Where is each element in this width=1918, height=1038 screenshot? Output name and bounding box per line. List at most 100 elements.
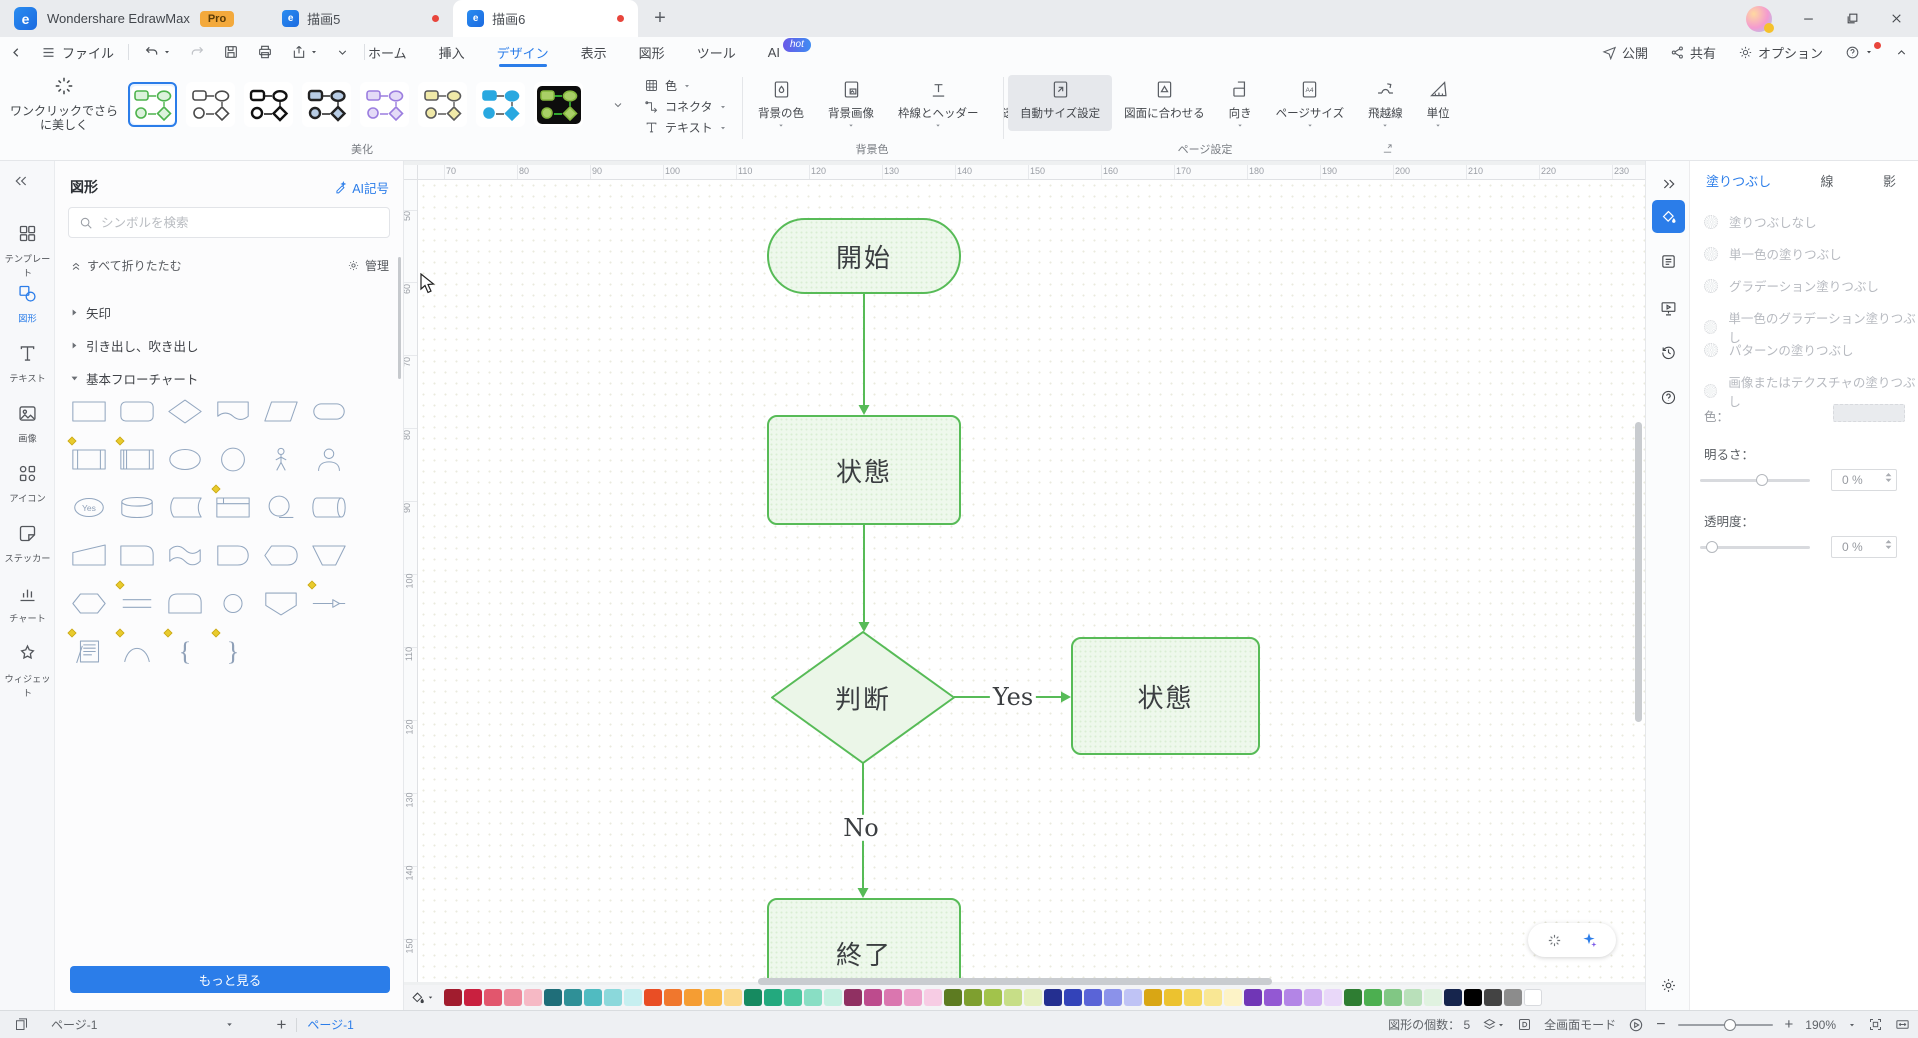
export-button[interactable] bbox=[282, 44, 327, 60]
manage-button[interactable]: 管理 bbox=[347, 257, 389, 274]
page-selector-caret[interactable] bbox=[225, 1020, 234, 1029]
color-swatch[interactable] bbox=[704, 989, 722, 1006]
color-swatch[interactable] bbox=[904, 989, 922, 1006]
undo-button[interactable] bbox=[135, 44, 180, 60]
shape-inv-trapezoid[interactable] bbox=[307, 533, 351, 577]
color-swatch[interactable] bbox=[464, 989, 482, 1006]
sidebar-item-テキスト[interactable]: テキスト bbox=[0, 343, 55, 385]
opacity-slider[interactable] bbox=[1700, 540, 1810, 554]
fill-panel-button[interactable] bbox=[1652, 200, 1685, 233]
color-swatch[interactable] bbox=[984, 989, 1002, 1006]
shape-manual-op[interactable] bbox=[67, 533, 111, 577]
color-swatch[interactable] bbox=[844, 989, 862, 1006]
help-button[interactable] bbox=[1845, 45, 1873, 60]
shape-rounded-one[interactable] bbox=[115, 533, 159, 577]
menu-デザイン[interactable]: デザイン bbox=[497, 37, 549, 67]
opacity-value[interactable]: 0 % bbox=[1831, 536, 1897, 558]
shape-diamond[interactable] bbox=[163, 389, 207, 433]
ribbon-expand-icon[interactable] bbox=[1382, 143, 1393, 154]
color-swatch[interactable] bbox=[684, 989, 702, 1006]
color-swatch[interactable] bbox=[744, 989, 762, 1006]
style-dropdown-コネクタ[interactable]: コネクタ bbox=[644, 98, 727, 115]
see-more-button[interactable]: もっと見る bbox=[70, 966, 390, 993]
menu-ホーム[interactable]: ホーム bbox=[368, 37, 407, 67]
layers-button[interactable] bbox=[1482, 1017, 1505, 1032]
color-swatch[interactable] bbox=[604, 989, 622, 1006]
format-tab-塗りつぶし[interactable]: 塗りつぶし bbox=[1700, 171, 1777, 190]
color-swatch[interactable] bbox=[884, 989, 902, 1006]
sidebar-item-ウィジェット[interactable]: ウィジェット bbox=[0, 643, 55, 700]
menu-ツール[interactable]: ツール bbox=[697, 37, 736, 67]
close-button[interactable] bbox=[1874, 0, 1918, 37]
symbol-search-box[interactable] bbox=[68, 207, 390, 238]
back-button[interactable] bbox=[0, 45, 33, 60]
button-背景の色[interactable]: 背景の色 bbox=[746, 75, 816, 131]
shape-header-rect[interactable] bbox=[211, 485, 255, 529]
button-背景画像[interactable]: 背景画像 bbox=[816, 75, 886, 131]
color-swatch[interactable] bbox=[804, 989, 822, 1006]
brightness-slider[interactable] bbox=[1700, 473, 1810, 487]
stepper-arrows[interactable] bbox=[1885, 472, 1892, 483]
shape-terminator[interactable] bbox=[307, 389, 351, 433]
add-page-button[interactable]: + bbox=[276, 1015, 286, 1035]
flowchart-node-state2[interactable]: 状態 bbox=[1071, 637, 1260, 755]
style-dropdown-テキスト[interactable]: テキスト bbox=[644, 119, 727, 136]
page-tab-active[interactable]: ページ-1 bbox=[307, 1016, 353, 1033]
color-swatch[interactable] bbox=[1304, 989, 1322, 1006]
shape-rounded[interactable] bbox=[115, 389, 159, 433]
beautify-float-icon[interactable] bbox=[1546, 932, 1563, 949]
flowchart-node-state1[interactable]: 状態 bbox=[767, 415, 961, 525]
shape-ellipse[interactable] bbox=[163, 437, 207, 481]
color-swatch[interactable] bbox=[1164, 989, 1182, 1006]
color-swatch[interactable] bbox=[1384, 989, 1402, 1006]
color-swatch[interactable] bbox=[444, 989, 462, 1006]
shape-note[interactable] bbox=[67, 629, 111, 673]
button-単位[interactable]: 単位 bbox=[1415, 75, 1462, 131]
section-基本フローチャート[interactable]: 基本フローチャート bbox=[70, 369, 198, 388]
color-swatch[interactable] bbox=[1264, 989, 1282, 1006]
theme-blue-gray[interactable] bbox=[302, 82, 351, 127]
fill-bucket-icon[interactable] bbox=[410, 990, 434, 1005]
share-button[interactable]: 共有 bbox=[1670, 43, 1716, 62]
shape-alt-process[interactable] bbox=[115, 437, 159, 481]
help-panel-button[interactable] bbox=[1652, 381, 1685, 414]
color-swatch[interactable] bbox=[1104, 989, 1122, 1006]
flowchart-node-end[interactable]: 終了 bbox=[767, 898, 961, 982]
fill-option-3[interactable]: グラデーション塗りつぶし bbox=[1704, 276, 1879, 295]
color-swatch[interactable] bbox=[724, 989, 742, 1006]
menu-表示[interactable]: 表示 bbox=[581, 37, 607, 67]
style-dropdown-色[interactable]: 色 bbox=[644, 77, 727, 94]
theme-purple[interactable] bbox=[360, 82, 409, 127]
sidebar-item-ステッカー[interactable]: ステッカー bbox=[0, 523, 55, 565]
document-tab-1[interactable]: e描画5 bbox=[268, 0, 453, 37]
color-swatch[interactable] bbox=[784, 989, 802, 1006]
button-枠線とヘッダー[interactable]: 枠線とヘッダー bbox=[886, 75, 991, 131]
fullscreen-label[interactable]: 全画面モード bbox=[1544, 1016, 1616, 1033]
color-swatch[interactable] bbox=[764, 989, 782, 1006]
page-settings-panel-button[interactable] bbox=[1652, 245, 1685, 278]
one-click-beautify-button[interactable]: ワンクリックでさらに美しく bbox=[6, 75, 122, 133]
sidebar-item-アイコン[interactable]: アイコン bbox=[0, 463, 55, 505]
color-swatch[interactable] bbox=[944, 989, 962, 1006]
panel-collapse-button[interactable] bbox=[1652, 167, 1685, 200]
color-swatch[interactable] bbox=[564, 989, 582, 1006]
zoom-in-button[interactable]: + bbox=[1785, 1016, 1794, 1033]
sidebar-item-図形[interactable]: 図形 bbox=[0, 283, 55, 325]
theme-dark[interactable] bbox=[534, 82, 583, 127]
color-swatch[interactable] bbox=[1204, 989, 1222, 1006]
color-swatch[interactable] bbox=[1344, 989, 1362, 1006]
color-swatch[interactable] bbox=[964, 989, 982, 1006]
color-swatch[interactable] bbox=[504, 989, 522, 1006]
color-swatch[interactable] bbox=[1004, 989, 1022, 1006]
color-swatch[interactable] bbox=[924, 989, 942, 1006]
sidebar-item-画像[interactable]: 画像 bbox=[0, 403, 55, 445]
shape-delay[interactable] bbox=[211, 533, 255, 577]
color-swatch[interactable] bbox=[1064, 989, 1082, 1006]
dynamic-frame-button[interactable] bbox=[1517, 1017, 1532, 1032]
shape-yes-oval[interactable]: Yes bbox=[67, 485, 111, 529]
color-swatch[interactable] bbox=[624, 989, 642, 1006]
shape-small-circle[interactable] bbox=[211, 581, 255, 625]
button-自動サイズ設定[interactable]: 自動サイズ設定 bbox=[1008, 75, 1112, 131]
drawing-page[interactable]: 開始状態判断状態終了YesNo bbox=[418, 180, 1645, 982]
color-swatch[interactable] bbox=[1524, 989, 1542, 1006]
